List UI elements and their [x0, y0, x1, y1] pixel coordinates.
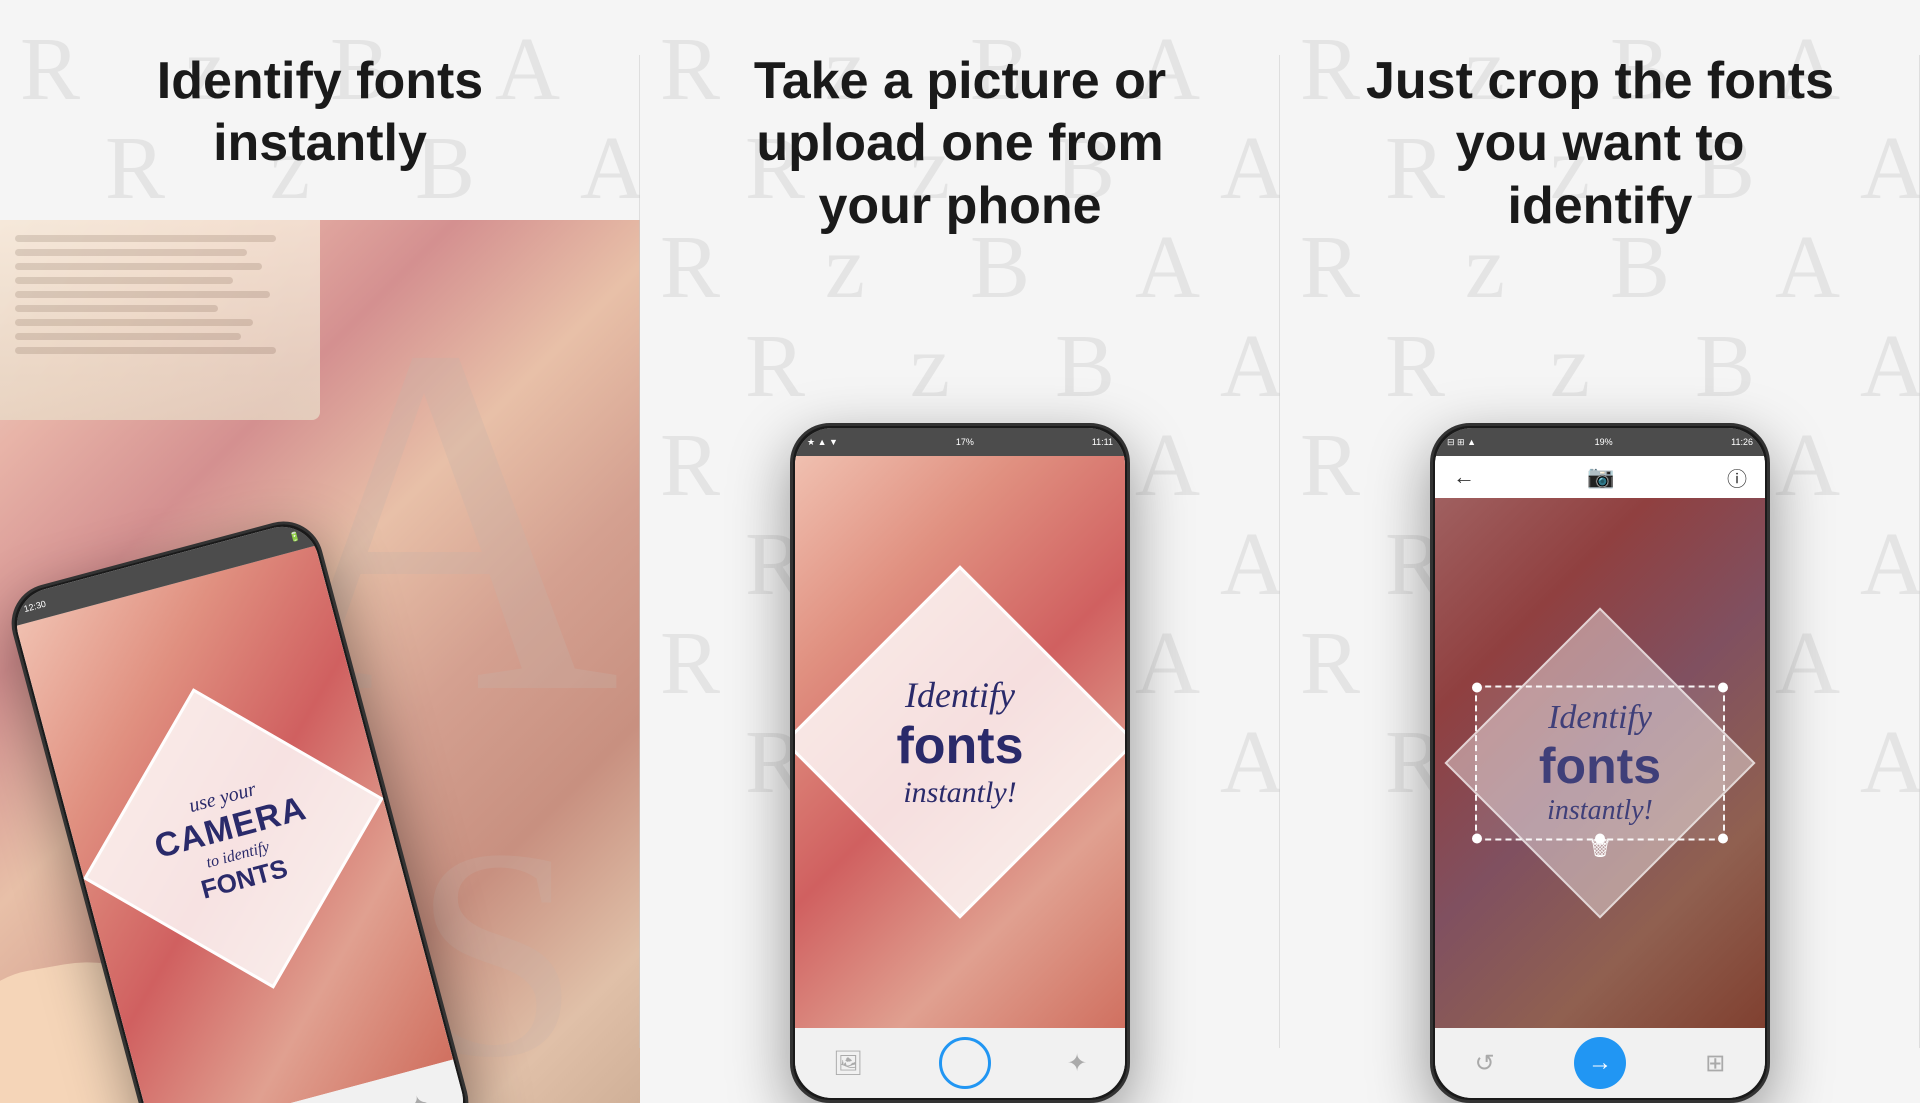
phone-2-bottombar: 🖼 ✦: [795, 1028, 1125, 1098]
panel-identify: R z B A g ƒ k L f R z B A g ƒ k L ß R z …: [0, 0, 640, 1103]
phone-2-icons: ★ ▲ ▼: [807, 437, 838, 448]
camera-icon-nav[interactable]: 📷: [1587, 464, 1614, 490]
rotate-icon[interactable]: ↺: [1475, 1049, 1495, 1078]
crop-handle-bl[interactable]: [1472, 834, 1482, 844]
magic-icon-2: ✦: [1067, 1049, 1087, 1078]
panel-upload: R z B A g ƒ k L f R z B A g ƒ k L ß R z …: [640, 0, 1280, 1103]
crop-handle-tl[interactable]: [1472, 683, 1482, 693]
phone-3-icons: ⊟ ⊞ ▲: [1447, 437, 1476, 448]
phone-2-wrapper: ★ ▲ ▼ 17% 11:11 Identify fonts instantly…: [790, 423, 1130, 1103]
phone-3-statusbar: ⊟ ⊞ ▲ 19% 11:26: [1435, 428, 1765, 456]
magic-icon-1: ✦: [406, 1088, 433, 1103]
capture-btn-2[interactable]: [939, 1037, 991, 1089]
panel-3-title: Just crop the fonts you want to identify: [1366, 50, 1834, 237]
phone-2-battery: 17%: [956, 437, 974, 447]
phone-2-text-2: fonts: [825, 716, 1095, 776]
crop-handle-tr[interactable]: [1718, 683, 1728, 693]
phone-3-navbar: ← 📷 ⓘ: [1435, 456, 1765, 498]
phone-3-bottombar: ↺ → ⊞: [1435, 1028, 1765, 1098]
crop-handle-br[interactable]: [1718, 834, 1728, 844]
panel-crop: R z B A g ƒ k L f R z B A g ƒ k L ß R z …: [1280, 0, 1920, 1103]
info-icon[interactable]: ⓘ: [1727, 463, 1747, 492]
phone-3-battery: 19%: [1595, 437, 1613, 447]
panel-2-title: Take a picture or upload one from your p…: [754, 50, 1166, 237]
back-icon[interactable]: ←: [1453, 464, 1475, 490]
forward-btn-3[interactable]: →: [1574, 1037, 1626, 1089]
phone-2-text-1: Identify: [825, 674, 1095, 716]
phone-1-battery: 🔋: [288, 530, 302, 544]
image-icon-2: 🖼: [833, 1049, 863, 1078]
phone-2-statusbar: ★ ▲ ▼ 17% 11:11: [795, 428, 1125, 456]
panel-1-title: Identify fonts instantly: [157, 50, 483, 175]
phone-3-wrapper: ⊟ ⊞ ▲ 19% 11:26 ← 📷 ⓘ Identify: [1430, 423, 1770, 1103]
delete-icon[interactable]: 🗑: [1589, 838, 1612, 859]
phone-3-time: 11:26: [1731, 437, 1753, 447]
crop-icon[interactable]: ⊞: [1705, 1049, 1725, 1078]
phone-1-time: 12:30: [23, 599, 47, 614]
phone-2-time: 11:11: [1092, 437, 1113, 447]
crop-selection: [1475, 686, 1725, 841]
phone-2-text-3: instantly!: [825, 776, 1095, 810]
